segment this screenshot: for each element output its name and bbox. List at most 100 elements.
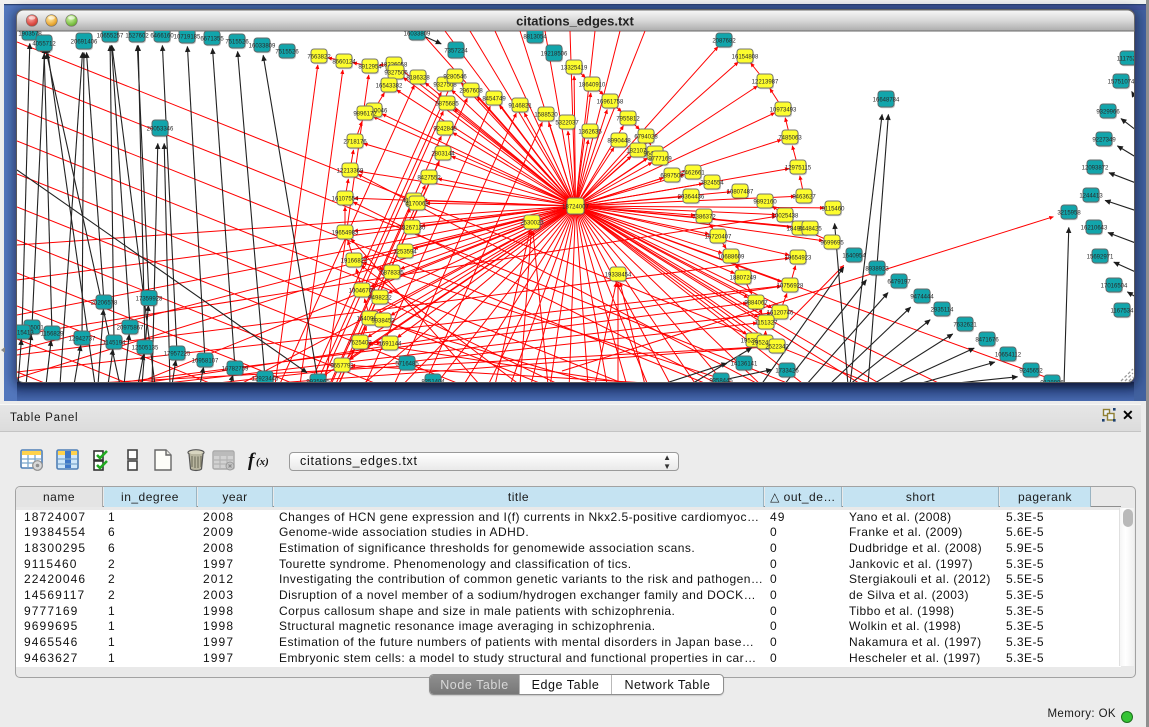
svg-text:7515526: 7515526 [275, 50, 299, 56]
svg-text:(x): (x) [256, 456, 269, 468]
svg-text:10958107: 10958107 [192, 359, 219, 365]
svg-text:17957225: 17957225 [164, 352, 191, 358]
svg-text:1167534: 1167534 [1111, 309, 1135, 315]
svg-text:1588520: 1588520 [534, 113, 558, 119]
svg-text:9463627: 9463627 [792, 195, 816, 201]
svg-text:13325419: 13325419 [561, 66, 588, 72]
svg-text:16648784: 16648784 [873, 98, 900, 104]
svg-text:20975867: 20975867 [117, 326, 144, 332]
svg-text:20691406: 20691406 [71, 40, 98, 46]
svg-text:4170063: 4170063 [405, 202, 429, 208]
svg-text:6897508: 6897508 [660, 174, 684, 180]
svg-text:2530023: 2530023 [520, 221, 544, 227]
svg-text:16033809: 16033809 [249, 44, 276, 50]
svg-text:5716485: 5716485 [395, 362, 419, 368]
svg-text:12975115: 12975115 [785, 166, 812, 172]
svg-text:2522342: 2522342 [765, 345, 789, 351]
svg-text:1253594: 1253594 [393, 250, 417, 256]
svg-text:1244413: 1244413 [1079, 194, 1103, 200]
svg-text:16543382: 16543382 [376, 84, 403, 90]
svg-text:2718176: 2718176 [343, 140, 367, 146]
svg-text:8454749: 8454749 [482, 97, 506, 103]
svg-text:7625402: 7625402 [348, 341, 372, 347]
svg-text:17016504: 17016504 [1101, 284, 1128, 290]
svg-text:1156829: 1156829 [41, 332, 65, 338]
svg-text:f: f [248, 450, 256, 471]
svg-text:10807487: 10807487 [727, 190, 754, 196]
svg-text:8938923: 8938923 [865, 267, 889, 273]
svg-text:9245652: 9245652 [1019, 369, 1043, 375]
svg-text:citations_edges.txt: citations_edges.txt [516, 14, 634, 29]
svg-text:1640954: 1640954 [842, 254, 866, 260]
svg-text:9896172: 9896172 [353, 112, 377, 118]
svg-text:10025438: 10025438 [772, 214, 799, 220]
svg-text:12093872: 12093872 [1082, 166, 1109, 172]
svg-text:19338454: 19338454 [605, 273, 632, 279]
svg-text:9115460: 9115460 [822, 207, 846, 213]
svg-text:20053346: 20053346 [147, 127, 174, 133]
svg-text:7357224: 7357224 [444, 49, 468, 55]
svg-text:3215958: 3215958 [1057, 211, 1081, 217]
svg-text:15720407: 15720407 [705, 235, 732, 241]
svg-text:6466160: 6466160 [150, 34, 174, 40]
svg-text:15692971: 15692971 [1087, 255, 1114, 261]
svg-text:8990448: 8990448 [607, 139, 631, 145]
svg-text:20206578: 20206578 [91, 301, 118, 307]
svg-text:16033809: 16033809 [404, 32, 431, 38]
svg-text:3824554: 3824554 [700, 181, 724, 187]
svg-text:6479197: 6479197 [887, 280, 911, 286]
svg-text:9892160: 9892160 [753, 200, 777, 206]
svg-text:10756928: 10756928 [777, 284, 804, 290]
svg-text:6671355: 6671355 [200, 37, 224, 43]
svg-text:20364436: 20364436 [678, 195, 705, 201]
svg-text:16154808: 16154808 [732, 55, 759, 61]
svg-text:9699695: 9699695 [820, 241, 844, 247]
svg-text:8912954: 8912954 [358, 65, 382, 71]
svg-text:15751074: 15751074 [1108, 80, 1135, 86]
svg-text:19654923: 19654923 [785, 256, 812, 262]
svg-text:9657791: 9657791 [330, 364, 354, 370]
svg-text:19166825: 19166825 [341, 259, 368, 265]
svg-text:8471676: 8471676 [975, 338, 999, 344]
svg-text:16107554: 16107554 [332, 197, 359, 203]
svg-text:6794028: 6794028 [634, 135, 658, 141]
svg-text:5875685: 5875685 [435, 102, 459, 108]
svg-text:1145194: 1145194 [103, 341, 127, 347]
svg-text:10655257: 10655257 [97, 34, 124, 40]
svg-text:19654983: 19654983 [332, 231, 359, 237]
svg-text:18267130: 18267130 [399, 226, 426, 232]
svg-text:9146821: 9146821 [508, 104, 532, 110]
svg-text:2087682: 2087682 [712, 39, 736, 45]
svg-text:12213369: 12213369 [337, 169, 364, 175]
svg-text:7663822: 7663822 [307, 55, 331, 61]
svg-text:9884067: 9884067 [744, 301, 768, 307]
svg-text:10688609: 10688609 [718, 255, 745, 261]
svg-text:9498222: 9498222 [368, 296, 392, 302]
svg-text:12942737: 12942737 [69, 337, 96, 343]
svg-text:5878335: 5878335 [380, 271, 404, 277]
svg-text:9280546: 9280546 [443, 75, 467, 81]
svg-text:10719185: 10719185 [174, 35, 201, 41]
svg-text:1691144: 1691144 [379, 342, 403, 348]
svg-text:1527602: 1527602 [125, 34, 149, 40]
svg-text:7386372: 7386372 [692, 215, 716, 221]
svg-text:17359928: 17359928 [136, 297, 163, 303]
svg-text:9242848: 9242848 [433, 127, 457, 133]
svg-text:14136141: 14136141 [731, 362, 758, 368]
svg-text:7632621: 7632621 [953, 323, 977, 329]
svg-text:10973493: 10973493 [770, 108, 797, 114]
svg-text:16210643: 16210643 [1081, 226, 1108, 232]
svg-text:12213987: 12213987 [752, 80, 779, 86]
svg-text:7515526: 7515526 [225, 40, 249, 46]
svg-text:12505135: 12505135 [132, 346, 159, 352]
svg-text:19218506: 19218506 [541, 52, 568, 58]
svg-text:8448425: 8448425 [798, 227, 822, 233]
svg-text:1733426: 1733426 [775, 369, 799, 375]
svg-text:10654112: 10654112 [995, 353, 1022, 359]
svg-text:18640910: 18640910 [579, 83, 606, 89]
svg-text:4055712: 4055712 [32, 42, 56, 48]
svg-text:1362635: 1362635 [578, 130, 602, 136]
svg-text:16961758: 16961758 [597, 100, 624, 106]
svg-text:18724007: 18724007 [562, 205, 589, 211]
svg-text:9777169: 9777169 [648, 157, 672, 163]
